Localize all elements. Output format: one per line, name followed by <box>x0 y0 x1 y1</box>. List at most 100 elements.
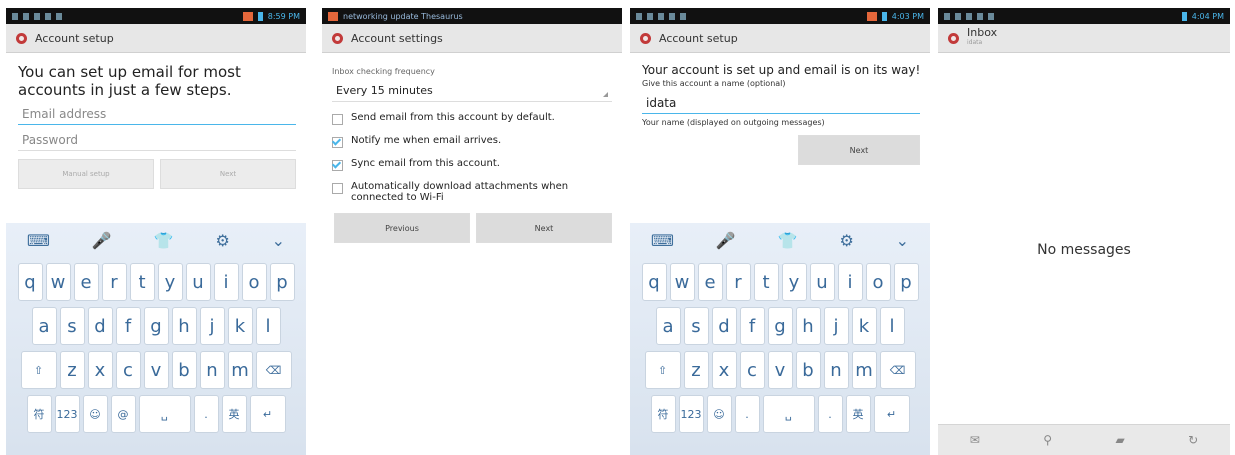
key-b[interactable]: b <box>171 351 197 389</box>
key-d[interactable]: d <box>711 307 737 345</box>
folder-icon[interactable]: ▰ <box>1115 433 1124 447</box>
key-f[interactable]: f <box>115 307 141 345</box>
key-a[interactable]: a <box>31 307 57 345</box>
key-y[interactable]: y <box>781 263 807 301</box>
key-k[interactable]: k <box>227 307 253 345</box>
keyboard-icon[interactable]: ⌨ <box>27 231 50 250</box>
key-i[interactable]: i <box>837 263 863 301</box>
key-n[interactable]: n <box>823 351 849 389</box>
key-l[interactable]: l <box>879 307 905 345</box>
key-x[interactable]: x <box>711 351 737 389</box>
refresh-icon[interactable]: ↻ <box>1188 433 1198 447</box>
key-r[interactable]: r <box>101 263 127 301</box>
number-key[interactable]: 123 <box>54 395 80 433</box>
key-y[interactable]: y <box>157 263 183 301</box>
key-m[interactable]: m <box>851 351 877 389</box>
key-j[interactable]: j <box>199 307 225 345</box>
key-k[interactable]: k <box>851 307 877 345</box>
key-w[interactable]: w <box>669 263 695 301</box>
key-q[interactable]: q <box>641 263 667 301</box>
key-t[interactable]: t <box>753 263 779 301</box>
key-g[interactable]: g <box>143 307 169 345</box>
key-r[interactable]: r <box>725 263 751 301</box>
key-v[interactable]: v <box>767 351 793 389</box>
key-e[interactable]: e <box>73 263 99 301</box>
checkbox[interactable] <box>332 183 343 194</box>
checkbox-checked[interactable] <box>332 160 343 171</box>
key-s[interactable]: s <box>683 307 709 345</box>
number-key[interactable]: 123 <box>678 395 704 433</box>
key-m[interactable]: m <box>227 351 253 389</box>
search-icon[interactable]: ⚲ <box>1043 433 1052 447</box>
email-app-icon[interactable] <box>948 32 959 44</box>
key-c[interactable]: c <box>739 351 765 389</box>
emoji-key[interactable]: ☺ <box>82 395 108 433</box>
key-b[interactable]: b <box>795 351 821 389</box>
emoji-key[interactable]: ☺ <box>706 395 732 433</box>
key-h[interactable]: h <box>171 307 197 345</box>
key-z[interactable]: z <box>683 351 709 389</box>
option-send-default[interactable]: Send email from this account by default. <box>332 112 612 125</box>
space-key[interactable]: ␣ <box>762 395 815 433</box>
next-button[interactable]: Next <box>476 213 612 243</box>
chevron-down-icon[interactable]: ⌄ <box>896 231 909 250</box>
key-d[interactable]: d <box>87 307 113 345</box>
key-w[interactable]: w <box>45 263 71 301</box>
key-j[interactable]: j <box>823 307 849 345</box>
frequency-select[interactable]: Every 15 minutes <box>332 84 612 102</box>
key-g[interactable]: g <box>767 307 793 345</box>
dot-key[interactable]: . <box>193 395 219 433</box>
chevron-down-icon[interactable]: ⌄ <box>272 231 285 250</box>
previous-button[interactable]: Previous <box>334 213 470 243</box>
shift-key[interactable]: ⇧ <box>644 351 681 389</box>
space-key[interactable]: ␣ <box>138 395 191 433</box>
key-u[interactable]: u <box>185 263 211 301</box>
settings-icon[interactable]: ⚙ <box>215 231 229 250</box>
account-name-field[interactable]: idata <box>642 94 920 114</box>
key-p[interactable]: p <box>269 263 295 301</box>
dot-key[interactable]: . <box>734 395 760 433</box>
key-x[interactable]: x <box>87 351 113 389</box>
compose-icon[interactable]: ✉ <box>970 433 980 447</box>
backspace-key[interactable]: ⌫ <box>255 351 292 389</box>
key-o[interactable]: o <box>865 263 891 301</box>
email-field[interactable]: Email address <box>18 105 296 125</box>
account-subtitle[interactable]: idata <box>967 38 997 48</box>
key-f[interactable]: f <box>739 307 765 345</box>
microphone-icon[interactable]: 🎤 <box>92 231 112 250</box>
at-key[interactable]: @ <box>110 395 136 433</box>
shift-key[interactable]: ⇧ <box>20 351 57 389</box>
option-sync[interactable]: Sync email from this account. <box>332 158 612 171</box>
key-l[interactable]: l <box>255 307 281 345</box>
key-t[interactable]: t <box>129 263 155 301</box>
key-o[interactable]: o <box>241 263 267 301</box>
key-c[interactable]: c <box>115 351 141 389</box>
dot-key[interactable]: . <box>817 395 843 433</box>
enter-key[interactable]: ↵ <box>249 395 286 433</box>
key-q[interactable]: q <box>17 263 43 301</box>
language-key[interactable]: 英 <box>221 395 247 433</box>
enter-key[interactable]: ↵ <box>873 395 910 433</box>
symbol-key[interactable]: 符 <box>26 395 52 433</box>
skin-icon[interactable]: 👕 <box>154 231 174 250</box>
backspace-key[interactable]: ⌫ <box>879 351 916 389</box>
key-h[interactable]: h <box>795 307 821 345</box>
key-i[interactable]: i <box>213 263 239 301</box>
key-e[interactable]: e <box>697 263 723 301</box>
checkbox-checked[interactable] <box>332 137 343 148</box>
settings-icon[interactable]: ⚙ <box>839 231 853 250</box>
key-v[interactable]: v <box>143 351 169 389</box>
key-u[interactable]: u <box>809 263 835 301</box>
option-notify[interactable]: Notify me when email arrives. <box>332 135 612 148</box>
key-n[interactable]: n <box>199 351 225 389</box>
key-z[interactable]: z <box>59 351 85 389</box>
key-a[interactable]: a <box>655 307 681 345</box>
password-field[interactable]: Password <box>18 131 296 151</box>
symbol-key[interactable]: 符 <box>650 395 676 433</box>
next-button[interactable]: Next <box>798 135 920 165</box>
key-s[interactable]: s <box>59 307 85 345</box>
microphone-icon[interactable]: 🎤 <box>716 231 736 250</box>
checkbox[interactable] <box>332 114 343 125</box>
manual-setup-button[interactable]: Manual setup <box>18 159 154 189</box>
language-key[interactable]: 英 <box>845 395 871 433</box>
